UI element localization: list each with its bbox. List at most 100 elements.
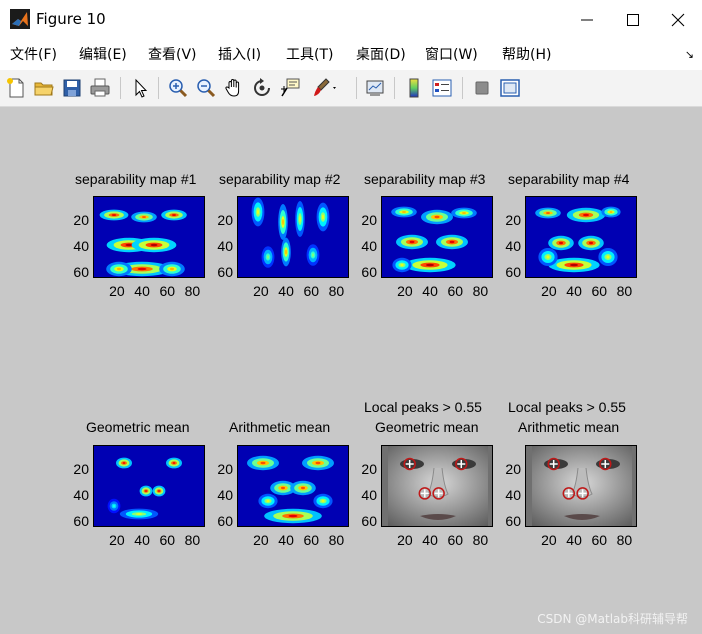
x-tick-label: 60 xyxy=(159,283,176,299)
x-tick-label: 20 xyxy=(397,532,413,548)
y-tick-label: 20 xyxy=(217,461,233,478)
menu-insert[interactable]: 插入(I) xyxy=(218,46,261,64)
menu-view[interactable]: 查看(V) xyxy=(148,46,197,64)
heatmap-image xyxy=(93,196,205,278)
axes-title: Geometric mean xyxy=(375,419,479,435)
heatmap-blob xyxy=(598,248,618,266)
menu-edit[interactable]: 编辑(E) xyxy=(79,46,127,64)
data-cursor-icon xyxy=(281,78,300,97)
heatmap-image xyxy=(525,196,637,278)
x-tick-label: 40 xyxy=(278,283,294,299)
new-figure-button[interactable] xyxy=(4,76,28,100)
x-tick-label: 20 xyxy=(253,283,269,299)
axes-separability-map-2[interactable] xyxy=(237,196,349,278)
x-tick-label: 60 xyxy=(591,532,608,548)
zoom-out-button[interactable] xyxy=(194,76,218,100)
y-tick-label: 40 xyxy=(217,486,233,503)
y-tick-label: 40 xyxy=(361,486,377,503)
x-tick-label: 80 xyxy=(472,283,489,299)
heatmap-blob xyxy=(116,457,132,469)
toolbar-separator xyxy=(462,77,463,99)
face-image xyxy=(381,445,493,527)
insert-colorbar-button[interactable] xyxy=(402,76,426,100)
x-tick-label: 40 xyxy=(566,283,582,299)
heatmap-blob xyxy=(131,237,177,253)
close-icon xyxy=(671,13,685,27)
minimize-button[interactable] xyxy=(565,0,611,40)
axes-peaks-geometric[interactable] xyxy=(381,445,493,527)
heatmap-blob xyxy=(391,206,417,218)
show-plot-tools-button[interactable] xyxy=(498,76,522,100)
save-icon xyxy=(63,79,81,97)
open-file-button[interactable] xyxy=(32,76,56,100)
axes-title: separability map #2 xyxy=(219,171,341,187)
heatmap-image xyxy=(381,196,493,278)
data-cursor-button[interactable] xyxy=(278,76,302,100)
pan-button[interactable] xyxy=(222,76,246,100)
axes-arithmetic-mean[interactable] xyxy=(237,445,349,527)
zoom-in-button[interactable] xyxy=(166,76,190,100)
heatmap-blob xyxy=(131,211,157,223)
y-tick-label: 60 xyxy=(505,263,521,280)
heatmap-blob xyxy=(261,246,275,268)
zoom-out-icon xyxy=(197,79,216,98)
menu-file[interactable]: 文件(F) xyxy=(10,46,57,64)
rotate-3d-button[interactable] xyxy=(250,76,274,100)
heatmap-blob xyxy=(538,248,558,266)
x-tick-label: 80 xyxy=(616,532,633,548)
y-tick-label: 60 xyxy=(361,512,377,529)
watermark: CSDN @Matlab科研辅导帮 xyxy=(537,612,688,626)
menu-bar: 文件(F) 编辑(E) 查看(V) 插入(I) 工具(T) 桌面(D) 窗口(W… xyxy=(0,40,702,70)
brush-button[interactable] xyxy=(310,76,336,100)
x-tick-label: 80 xyxy=(328,532,345,548)
heatmap-image xyxy=(237,445,349,527)
menu-window[interactable]: 窗口(W) xyxy=(425,46,478,64)
axes-peaks-arithmetic[interactable] xyxy=(525,445,637,527)
axes-separability-map-4[interactable] xyxy=(525,196,637,278)
y-tick-label: 20 xyxy=(505,461,521,478)
x-tick-label: 20 xyxy=(541,283,557,299)
maximize-button[interactable] xyxy=(611,0,657,40)
axes-title: separability map #1 xyxy=(75,171,197,187)
insert-legend-button[interactable] xyxy=(430,76,454,100)
x-tick-label: 80 xyxy=(184,532,201,548)
y-tick-label: 60 xyxy=(505,512,521,529)
peak-marker xyxy=(432,487,445,500)
save-button[interactable] xyxy=(60,76,84,100)
heatmap-blob xyxy=(258,493,278,509)
legend-icon xyxy=(432,79,452,97)
x-tick-label: 40 xyxy=(134,532,150,548)
x-tick-label: 20 xyxy=(397,283,413,299)
heatmap-blob xyxy=(278,204,288,240)
dock-arrow-icon[interactable]: ↘ xyxy=(685,48,694,61)
figure-canvas[interactable]: separability map #1 separability map #2 … xyxy=(0,107,702,634)
edit-plot-button[interactable] xyxy=(128,76,152,100)
axes-geometric-mean[interactable] xyxy=(93,445,205,527)
x-tick-label: 40 xyxy=(278,532,294,548)
axes-separability-map-3[interactable] xyxy=(381,196,493,278)
menu-desktop[interactable]: 桌面(D) xyxy=(356,46,406,64)
menu-tools[interactable]: 工具(T) xyxy=(286,46,333,64)
menu-help[interactable]: 帮助(H) xyxy=(502,46,551,64)
x-tick-label: 40 xyxy=(422,283,438,299)
axes-title: Arithmetic mean xyxy=(229,419,331,435)
peak-marker xyxy=(403,457,416,471)
axes-separability-map-1[interactable] xyxy=(93,196,205,278)
x-tick-label: 80 xyxy=(616,283,633,299)
heatmap-blob xyxy=(159,261,185,277)
x-tick-label: 60 xyxy=(447,532,464,548)
x-tick-label: 60 xyxy=(303,532,320,548)
axes-title: Local peaks > 0.55 xyxy=(364,399,482,415)
link-plot-button[interactable] xyxy=(363,76,387,100)
y-tick-label: 60 xyxy=(73,263,89,280)
folder-icon xyxy=(34,82,54,96)
print-button[interactable] xyxy=(88,76,112,100)
maximize-icon xyxy=(627,14,639,26)
close-button[interactable] xyxy=(656,0,702,40)
heatmap-blob xyxy=(306,244,320,266)
heatmap-blob xyxy=(313,493,333,509)
heatmap-blob xyxy=(281,237,291,267)
x-tick-label: 60 xyxy=(591,283,608,299)
hide-plot-tools-button[interactable] xyxy=(470,76,494,100)
peak-marker xyxy=(562,487,576,500)
